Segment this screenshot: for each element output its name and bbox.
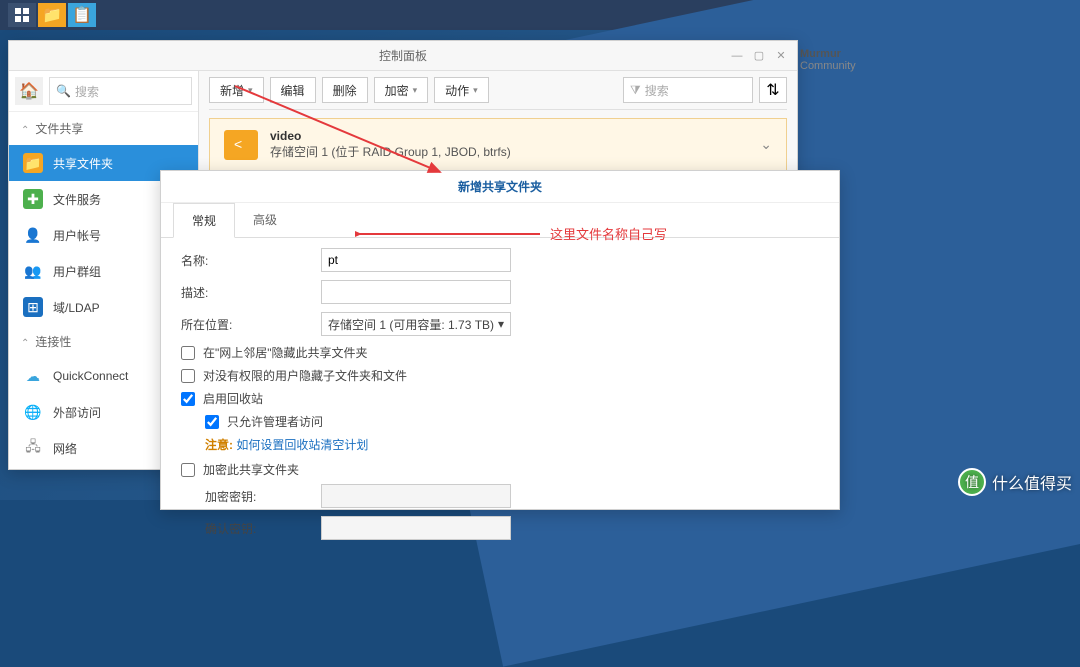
enc-key-label: 加密密钥: — [205, 488, 321, 505]
network-icon: 🖧 — [23, 438, 43, 458]
close-button[interactable]: ✕ — [771, 48, 791, 64]
tab-general[interactable]: 常规 — [173, 203, 235, 238]
package-info: Murmur Community — [800, 48, 880, 72]
chevron-down-icon[interactable]: ⌄ — [760, 136, 772, 153]
hide-network-checkbox[interactable]: 在"网上邻居"隐藏此共享文件夹 — [181, 344, 819, 361]
maximize-button[interactable]: ▢ — [749, 48, 769, 64]
desc-label: 描述: — [181, 284, 321, 301]
folder-share-icon: 📁 — [23, 153, 43, 173]
home-button[interactable]: 🏠 — [15, 77, 43, 105]
chevron-down-icon: ▾ — [473, 85, 478, 96]
watermark-badge: 值 — [958, 468, 986, 496]
cloud-icon: ☁ — [23, 366, 43, 386]
location-select[interactable]: 存储空间 1 (可用容量: 1.73 TB)▾ — [321, 312, 511, 336]
encrypt-button[interactable]: 加密▾ — [374, 77, 429, 103]
toolbar: 新增▾ 编辑 删除 加密▾ 动作▾ ⧩搜索 ⇅ — [209, 77, 787, 110]
enable-recycle-checkbox[interactable]: 启用回收站 — [181, 390, 819, 407]
user-icon: 👤 — [23, 225, 43, 245]
admin-only-checkbox[interactable]: 只允许管理者访问 — [205, 413, 819, 430]
shared-folder-row[interactable]: video 存储空间 1 (位于 RAID Group 1, JBOD, btr… — [209, 118, 787, 171]
users-icon: 👥 — [23, 261, 43, 281]
enc-confirm-input[interactable] — [321, 516, 511, 540]
chevron-down-icon: ▾ — [498, 317, 504, 331]
apps-icon[interactable] — [8, 3, 36, 27]
folder-desc: 存储空间 1 (位于 RAID Group 1, JBOD, btrfs) — [270, 143, 511, 160]
chevron-down-icon: ▾ — [413, 85, 418, 96]
sort-button[interactable]: ⇅ — [759, 77, 787, 103]
new-shared-folder-dialog: 新增共享文件夹 常规 高级 名称: 描述: 所在位置:存储空间 1 (可用容量:… — [160, 170, 840, 510]
plus-icon: ✚ — [23, 189, 43, 209]
enc-key-input[interactable] — [321, 484, 511, 508]
chevron-down-icon: ▾ — [248, 85, 253, 96]
enc-confirm-label: 确认密钥: — [205, 520, 321, 537]
sidebar-group-filesharing[interactable]: 文件共享 — [9, 112, 198, 145]
delete-button[interactable]: 删除 — [322, 77, 368, 103]
recycle-schedule-link[interactable]: 如何设置回收站清空计划 — [236, 438, 368, 452]
tab-advanced[interactable]: 高级 — [235, 203, 295, 237]
filter-icon: ⧩ — [630, 83, 641, 98]
taskbar-app-icon[interactable]: 📋 — [68, 3, 96, 27]
encrypt-checkbox[interactable]: 加密此共享文件夹 — [181, 461, 819, 478]
desc-input[interactable] — [321, 280, 511, 304]
name-label: 名称: — [181, 252, 321, 269]
location-label: 所在位置: — [181, 316, 321, 333]
search-icon: 🔍 — [56, 84, 71, 98]
name-input[interactable] — [321, 248, 511, 272]
taskbar-filestation-icon[interactable]: 📁 — [38, 3, 66, 27]
dialog-title: 新增共享文件夹 — [161, 171, 839, 203]
window-titlebar[interactable]: 控制面板 — ▢ ✕ — [9, 41, 797, 71]
sidebar-search-input[interactable]: 🔍搜索 — [49, 77, 192, 105]
watermark: 值 什么值得买 — [958, 468, 1072, 496]
window-title: 控制面板 — [379, 47, 427, 64]
new-button[interactable]: 新增▾ — [209, 77, 264, 103]
minimize-button[interactable]: — — [727, 48, 747, 64]
dialog-tabs: 常规 高级 — [161, 203, 839, 238]
folder-name: video — [270, 129, 511, 143]
edit-button[interactable]: 编辑 — [270, 77, 316, 103]
hide-subfolders-checkbox[interactable]: 对没有权限的用户隐藏子文件夹和文件 — [181, 367, 819, 384]
annotation-text: 这里文件名称自己写 — [550, 224, 667, 243]
ldap-icon: ⊞ — [23, 297, 43, 317]
globe-icon: 🌐 — [23, 402, 43, 422]
folder-icon — [224, 130, 258, 160]
action-button[interactable]: 动作▾ — [434, 77, 489, 103]
recycle-note: 注意: 如何设置回收站清空计划 — [205, 436, 819, 453]
toolbar-search-input[interactable]: ⧩搜索 — [623, 77, 753, 103]
